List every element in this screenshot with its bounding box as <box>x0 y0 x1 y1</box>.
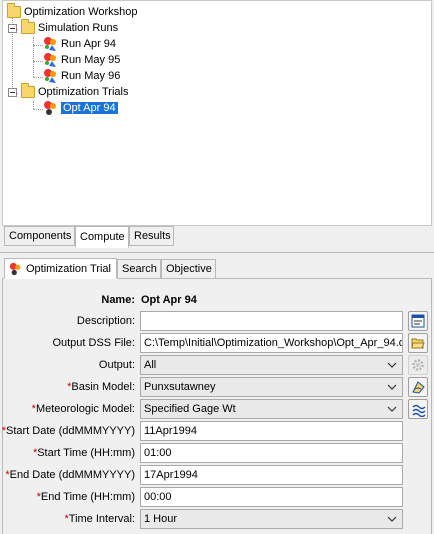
start-date-label: * Start Date (ddMMMYYYY) <box>2 422 135 440</box>
tab-compute[interactable]: Compute <box>75 226 129 248</box>
time-interval-label-text: Time Interval: <box>68 513 135 525</box>
folder-icon <box>21 83 35 98</box>
tree-node-optimization-trials[interactable]: Optimization Trials <box>8 83 129 100</box>
tab-label: Optimization Trial <box>26 262 111 275</box>
tab-results[interactable]: Results <box>129 226 174 246</box>
start-date-label-text: Start Date (ddMMMYYYY) <box>6 425 135 437</box>
dss-file-browse-button[interactable] <box>408 333 428 353</box>
description-icon <box>411 314 425 328</box>
end-time-field[interactable]: 00:00 <box>140 487 403 507</box>
tab-label: Objective <box>166 263 212 275</box>
time-interval-value: 1 Hour <box>144 513 178 525</box>
time-interval-label: * Time Interval: <box>64 510 135 528</box>
end-time-label: * End Time (HH:mm) <box>37 488 135 506</box>
tree-node-simulation-runs[interactable]: Simulation Runs <box>8 19 119 36</box>
run-icon <box>44 53 56 67</box>
tab-divider <box>0 252 434 253</box>
basin-model-icon <box>411 380 425 394</box>
trial-icon <box>9 262 21 275</box>
tab-label: Results <box>134 230 171 242</box>
output-settings-button[interactable] <box>408 355 428 375</box>
tab-label: Components <box>9 230 72 242</box>
start-time-label-text: Start Time (HH:mm) <box>37 447 135 459</box>
end-date-label-text: End Date (ddMMMYYYY) <box>9 469 135 481</box>
tree-node-label: Optimization Trials <box>38 86 129 98</box>
folder-icon <box>21 19 35 34</box>
tree-item-label: Run May 95 <box>61 54 121 66</box>
tab-search[interactable]: Search <box>117 259 161 279</box>
basin-model-value: Punxsutawney <box>144 381 216 393</box>
basin-model-label: * Basin Model: <box>67 378 135 396</box>
end-date-label: * End Date (ddMMMYYYY) <box>5 466 135 484</box>
basin-model-button[interactable] <box>408 377 428 397</box>
tab-optimization-trial[interactable]: Optimization Trial <box>4 258 117 279</box>
tab-label: Search <box>122 263 157 275</box>
start-date-field[interactable]: 11Apr1994 <box>140 421 403 441</box>
chevron-down-icon <box>387 362 397 368</box>
tree-node-label: Simulation Runs <box>38 22 119 34</box>
run-icon <box>44 69 56 83</box>
watershed-explorer-tree: Optimization Workshop Simulation Runs Ru… <box>2 0 432 226</box>
description-label: Description: <box>76 315 135 327</box>
name-label: Name: <box>101 294 135 306</box>
output-label: Output: <box>98 359 135 371</box>
dss-file-field[interactable]: C:\Temp\Initial\Optimization_Workshop\Op… <box>140 333 403 353</box>
gear-icon <box>412 359 424 371</box>
chevron-down-icon <box>387 406 397 412</box>
tree-item-run[interactable]: Run May 96 <box>43 68 120 84</box>
end-time-label-text: End Time (HH:mm) <box>40 491 135 503</box>
tree-root-label: Optimization Workshop <box>24 6 138 18</box>
tree-item-label: Opt Apr 94 <box>61 102 118 114</box>
output-select[interactable]: All <box>140 355 403 375</box>
tree-item-label: Run May 96 <box>61 70 121 82</box>
start-time-label: * Start Time (HH:mm) <box>33 444 135 462</box>
met-model-label-text: Meteorologic Model: <box>35 403 135 415</box>
basin-model-label-text: Basin Model: <box>71 381 135 393</box>
run-icon <box>44 37 56 51</box>
tree-item-run[interactable]: Run Apr 94 <box>43 36 116 52</box>
trial-icon <box>44 101 56 115</box>
tree-item-label: Run Apr 94 <box>61 38 117 50</box>
tab-label: Compute <box>80 231 125 243</box>
basin-model-select[interactable]: Punxsutawney <box>140 377 403 397</box>
met-model-select[interactable]: Specified Gage Wt <box>140 399 403 419</box>
dss-file-label: Output DSS File: <box>52 337 135 349</box>
collapse-toggle-icon[interactable] <box>8 23 17 33</box>
met-model-icon <box>412 404 425 417</box>
time-interval-select[interactable]: 1 Hour <box>140 509 403 529</box>
folder-open-icon <box>411 338 425 348</box>
description-field[interactable] <box>140 311 403 331</box>
met-model-value: Specified Gage Wt <box>144 403 236 415</box>
collapse-toggle-icon[interactable] <box>8 87 17 97</box>
tree-root[interactable]: Optimization Workshop <box>7 3 138 20</box>
name-value: Opt Apr 94 <box>141 294 197 306</box>
end-date-field[interactable]: 17Apr1994 <box>140 465 403 485</box>
folder-icon <box>7 3 21 18</box>
met-model-button[interactable] <box>408 399 428 419</box>
tab-components[interactable]: Components <box>4 226 75 246</box>
chevron-down-icon <box>387 384 397 390</box>
tree-item-trial[interactable]: Opt Apr 94 <box>43 100 118 116</box>
description-button[interactable] <box>408 311 428 331</box>
start-time-field[interactable]: 01:00 <box>140 443 403 463</box>
tab-objective[interactable]: Objective <box>161 259 216 279</box>
output-select-value: All <box>144 359 157 371</box>
met-model-label: * Meteorologic Model: <box>32 400 135 418</box>
chevron-down-icon <box>387 516 397 522</box>
tree-item-run[interactable]: Run May 95 <box>43 52 120 68</box>
